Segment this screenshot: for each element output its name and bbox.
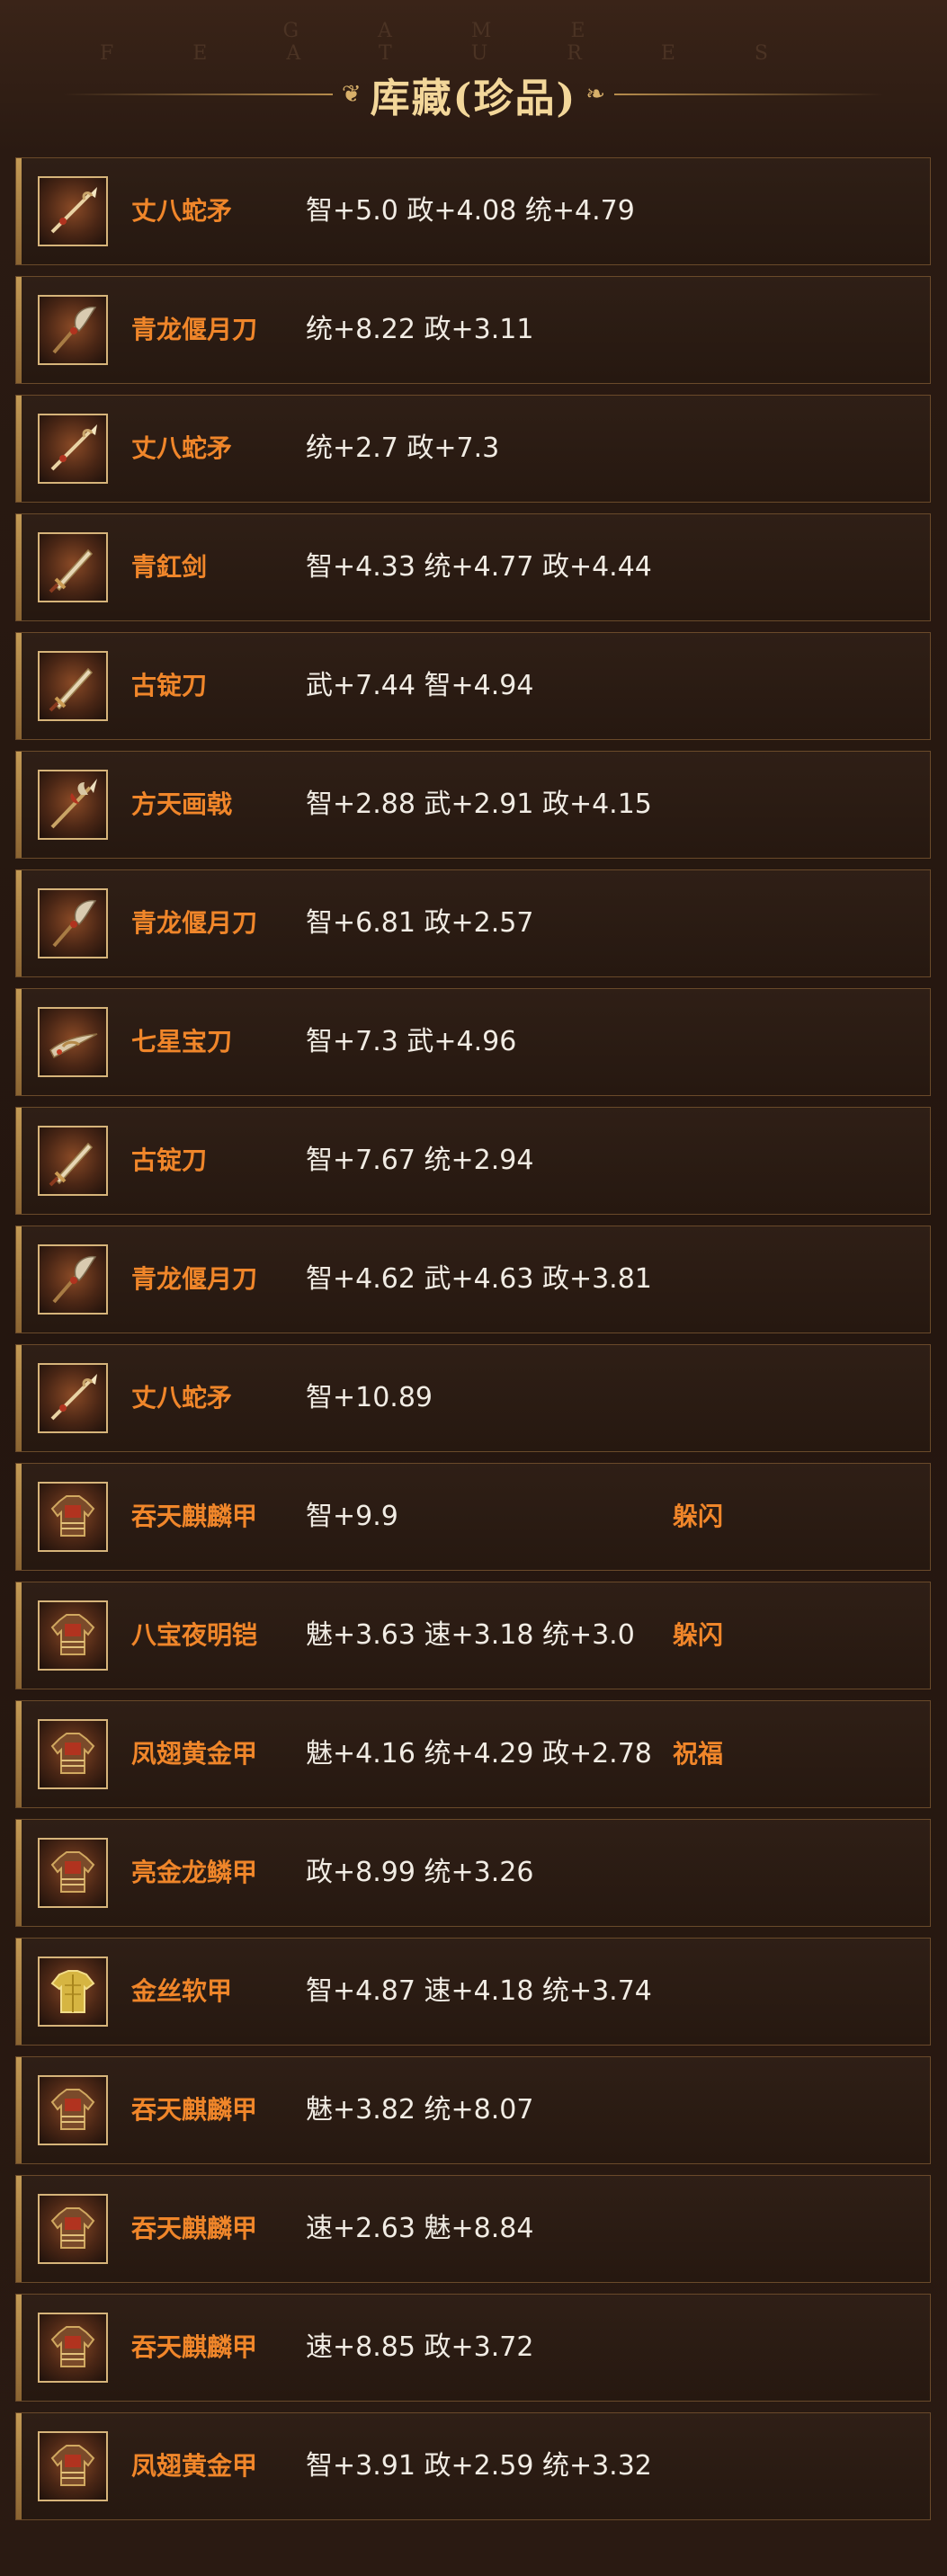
item-name: 古锭刀	[131, 671, 208, 700]
item-stats: 智+4.87 速+4.18 统+3.74	[306, 1975, 652, 2007]
item-stats: 智+5.0 政+4.08 统+4.79	[306, 195, 635, 227]
item-stats: 武+7.44 智+4.94	[306, 670, 534, 701]
armor-icon	[38, 1719, 108, 1789]
list-item[interactable]: 丈八蛇矛 统+2.7 政+7.3	[15, 395, 931, 503]
item-name: 青龙偃月刀	[131, 1264, 258, 1294]
item-stats: 智+3.91 政+2.59 统+3.32	[306, 2450, 652, 2482]
header-subtitle: GAME FEATURES	[100, 20, 847, 65]
ornament-right-icon: ❧	[585, 81, 606, 108]
list-item[interactable]: 凤翅黄金甲 智+3.91 政+2.59 统+3.32	[15, 2412, 931, 2520]
spear-icon	[38, 1363, 108, 1433]
item-name: 吞天麒麟甲	[131, 2095, 258, 2125]
list-item[interactable]: 青釭剑 智+4.33 统+4.77 政+4.44	[15, 513, 931, 621]
list-item[interactable]: 青龙偃月刀 统+8.22 政+3.11	[15, 276, 931, 384]
page-title: 库藏(珍品)	[370, 76, 577, 121]
list-item[interactable]: 古锭刀 智+7.67 统+2.94	[15, 1107, 931, 1215]
item-skill: 躲闪	[673, 1502, 724, 1531]
item-stats: 智+4.62 武+4.63 政+3.81	[306, 1263, 652, 1295]
title-bar: ❦ 库藏(珍品) ❧	[0, 63, 947, 126]
item-skill: 祝福	[673, 1739, 724, 1769]
list-item[interactable]: 古锭刀 武+7.44 智+4.94	[15, 632, 931, 740]
list-item[interactable]: 八宝夜明铠 魅+3.63 速+3.18 统+3.0 躲闪	[15, 1582, 931, 1689]
item-name: 亮金龙鳞甲	[131, 1858, 258, 1887]
spear-icon	[38, 414, 108, 484]
item-name: 凤翅黄金甲	[131, 2451, 258, 2481]
sword-icon	[38, 1126, 108, 1196]
spear-icon	[38, 176, 108, 246]
glaive-icon	[38, 888, 108, 958]
list-item[interactable]: 金丝软甲 智+4.87 速+4.18 统+3.74	[15, 1938, 931, 2046]
title-line-right	[614, 94, 885, 95]
silk-armor-icon	[38, 1957, 108, 2027]
item-name: 青龙偃月刀	[131, 908, 258, 938]
list-item[interactable]: 七星宝刀 智+7.3 武+4.96	[15, 988, 931, 1096]
item-name: 青龙偃月刀	[131, 315, 258, 344]
treasure-list: 丈八蛇矛 智+5.0 政+4.08 统+4.79 青龙偃月刀 统+8.22 政+3.1…	[15, 157, 931, 2531]
list-item[interactable]: 吞天麒麟甲 速+8.85 政+3.72	[15, 2294, 931, 2402]
sword-icon	[38, 532, 108, 602]
ornament-left-icon: ❦	[341, 81, 362, 108]
item-name: 青釭剑	[131, 552, 208, 582]
item-stats: 智+4.33 统+4.77 政+4.44	[306, 551, 652, 583]
item-stats: 魅+3.82 统+8.07	[306, 2094, 534, 2126]
item-name: 方天画戟	[131, 789, 233, 819]
item-stats: 智+9.9	[306, 1501, 398, 1532]
item-name: 八宝夜明铠	[131, 1620, 258, 1650]
item-stats: 智+7.67 统+2.94	[306, 1145, 534, 1176]
item-name: 古锭刀	[131, 1145, 208, 1175]
list-item[interactable]: 凤翅黄金甲 魅+4.16 统+4.29 政+2.78 祝福	[15, 1700, 931, 1808]
armor-icon	[38, 2313, 108, 2383]
list-item[interactable]: 亮金龙鳞甲 政+8.99 统+3.26	[15, 1819, 931, 1927]
item-name: 丈八蛇矛	[131, 196, 233, 226]
armor-icon	[38, 2431, 108, 2501]
item-stats: 政+8.99 统+3.26	[306, 1857, 534, 1888]
item-stats: 智+10.89	[306, 1382, 433, 1413]
page-header: GAME FEATURES ❦ 库藏(珍品) ❧	[0, 0, 947, 153]
title-line-left	[62, 94, 333, 95]
list-item[interactable]: 吞天麒麟甲 魅+3.82 统+8.07	[15, 2056, 931, 2164]
item-name: 吞天麒麟甲	[131, 1502, 258, 1531]
item-name: 金丝软甲	[131, 1976, 233, 2006]
armor-icon	[38, 1838, 108, 1908]
list-item[interactable]: 青龙偃月刀 智+6.81 政+2.57	[15, 869, 931, 977]
sword-icon	[38, 651, 108, 721]
item-stats: 智+2.88 武+2.91 政+4.15	[306, 789, 652, 820]
item-name: 吞天麒麟甲	[131, 2332, 258, 2362]
item-stats: 智+7.3 武+4.96	[306, 1026, 517, 1057]
list-item[interactable]: 丈八蛇矛 智+10.89	[15, 1344, 931, 1452]
list-item[interactable]: 方天画戟 智+2.88 武+2.91 政+4.15	[15, 751, 931, 859]
item-name: 吞天麒麟甲	[131, 2214, 258, 2243]
item-stats: 速+8.85 政+3.72	[306, 2331, 534, 2363]
item-stats: 智+6.81 政+2.57	[306, 907, 534, 939]
item-stats: 魅+3.63 速+3.18 统+3.0	[306, 1619, 635, 1651]
armor-icon	[38, 1482, 108, 1552]
item-name: 凤翅黄金甲	[131, 1739, 258, 1769]
list-item[interactable]: 吞天麒麟甲 智+9.9 躲闪	[15, 1463, 931, 1571]
item-name: 丈八蛇矛	[131, 433, 233, 463]
item-skill: 躲闪	[673, 1620, 724, 1650]
list-item[interactable]: 吞天麒麟甲 速+2.63 魅+8.84	[15, 2175, 931, 2283]
dragon-blade-icon	[38, 1007, 108, 1077]
item-stats: 统+2.7 政+7.3	[306, 432, 500, 464]
list-item[interactable]: 青龙偃月刀 智+4.62 武+4.63 政+3.81	[15, 1226, 931, 1333]
item-stats: 魅+4.16 统+4.29 政+2.78	[306, 1738, 652, 1769]
item-stats: 速+2.63 魅+8.84	[306, 2213, 534, 2244]
glaive-icon	[38, 295, 108, 365]
item-name: 丈八蛇矛	[131, 1383, 233, 1413]
armor-icon	[38, 2194, 108, 2264]
glaive-icon	[38, 1244, 108, 1315]
item-name: 七星宝刀	[131, 1027, 233, 1056]
item-stats: 统+8.22 政+3.11	[306, 314, 534, 345]
list-item[interactable]: 丈八蛇矛 智+5.0 政+4.08 统+4.79	[15, 157, 931, 265]
armor-icon	[38, 2075, 108, 2145]
armor-icon	[38, 1600, 108, 1671]
halberd-icon	[38, 770, 108, 840]
